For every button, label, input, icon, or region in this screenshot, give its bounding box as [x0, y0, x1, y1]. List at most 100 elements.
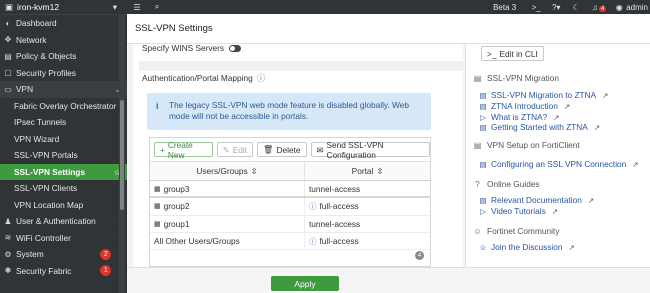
column-header-users[interactable]: Users/Groups ⇳ [150, 162, 305, 180]
sidebar-item-label: VPN Location Map [14, 199, 84, 210]
system-icon: ⚙ [4, 249, 12, 259]
sidebar-item-ssl-vpn-settings[interactable]: SSL-VPN Settings ☆ [0, 163, 127, 180]
wins-toggle[interactable] [229, 44, 242, 52]
document-icon: ▤ [479, 159, 487, 169]
section-divider [139, 61, 463, 71]
question-icon: ? [475, 179, 480, 189]
sidebar-item-ssl-vpn-portals[interactable]: SSL-VPN Portals [0, 147, 127, 164]
link-ztna-introduction[interactable]: ▤ ZTNA Introduction ↗ [479, 101, 570, 111]
group-name: All Other Users/Groups [154, 236, 240, 247]
sidebar-item-security-profiles[interactable]: ▢ Security Profiles › [0, 65, 127, 82]
chat-icon: ☺ [479, 242, 487, 252]
link-text: What is ZTNA? [491, 112, 548, 122]
search-icon[interactable]: ⌕ [147, 2, 167, 12]
table-row[interactable]: ▦ group2 ⓘ full-access [150, 198, 430, 216]
notifications-button[interactable]: ♫ 4 [586, 3, 612, 12]
link-what-is-ztna[interactable]: ▷ What is ZTNA? ↗ [479, 112, 559, 122]
cli-console-icon[interactable]: >_ [526, 3, 546, 12]
external-link-icon: ↗ [602, 90, 609, 100]
group-name: group2 [163, 201, 190, 212]
wins-setting: Specify WINS Servers [142, 43, 242, 53]
link-join-discussion[interactable]: ☺ Join the Discussion ↗ [479, 242, 575, 252]
sidebar-item-policy-objects[interactable]: ▤ Policy & Objects › [0, 48, 127, 65]
alert-badge: 2 [100, 248, 112, 260]
portal-name: tunnel-access [309, 218, 361, 229]
device-selector[interactable]: ▣ iron-kvm12 ▾ [0, 0, 127, 15]
sidebar-item-ssl-vpn-clients[interactable]: SSL-VPN Clients [0, 180, 127, 197]
sort-icon: ⇳ [376, 166, 384, 176]
link-relevant-documentation[interactable]: ▤ Relevant Documentation ↗ [479, 195, 594, 205]
row-count-badge: 4 [415, 251, 424, 260]
sidebar-item-vpn-wizard[interactable]: VPN Wizard [0, 131, 127, 148]
sidebar-item-system[interactable]: ⚙ System 2 › [0, 246, 127, 263]
user-icon[interactable]: ◉ [612, 3, 626, 12]
sidebar-item-label: User & Authentication [16, 216, 96, 227]
info-icon[interactable]: ⓘ [257, 72, 265, 84]
sidebar-item-label: WiFi Controller [16, 232, 71, 243]
link-migration-to-ztna[interactable]: ▤ SSL-VPN Migration to ZTNA ↗ [479, 90, 608, 100]
section-fortinet-community: ☺ Fortinet Community [473, 226, 559, 236]
link-video-tutorials[interactable]: ▷ Video Tutorials ↗ [479, 206, 558, 216]
group-name: group1 [163, 218, 190, 229]
table-toolbar: + Create New ✎ Edit 🗑 Delete ✉ Send SSL-VPN … [150, 138, 430, 161]
web-mode-notice: i The legacy SSL-VPN web mode feature is… [147, 93, 431, 130]
link-text: Video Tutorials [491, 206, 546, 216]
external-link-icon: ↗ [551, 206, 559, 216]
top-bar: ☰ ⌕ Beta 3 >_ ?▾ ☾ ♫ 4 ◉ admin [127, 0, 650, 14]
edit-button[interactable]: ✎ Edit [216, 142, 253, 157]
link-getting-started-ztna[interactable]: ▤ Getting Started with ZTNA ↗ [479, 122, 600, 132]
send-config-button[interactable]: ✉ Send SSL-VPN Configuration [310, 140, 430, 160]
link-configuring-ssl-vpn[interactable]: ▤ Configuring an SSL VPN Connection ↗ [479, 159, 639, 169]
create-new-button[interactable]: + Create New [154, 140, 213, 160]
notice-text: The legacy SSL-VPN web mode feature is d… [169, 100, 409, 121]
button-label: Edit in CLI [499, 48, 538, 59]
table-row[interactable]: ▦ group1 tunnel-access [150, 215, 430, 233]
table-row[interactable]: All Other Users/Groups ⓘ full-access [150, 232, 430, 251]
external-link-icon: ↗ [587, 195, 595, 205]
help-icon[interactable]: ?▾ [546, 3, 566, 12]
sidebar-item-ipsec-tunnels[interactable]: IPsec Tunnels [0, 114, 127, 131]
sidebar-item-label: Dashboard [16, 18, 57, 29]
sidebar-item-label: VPN Wizard [14, 133, 60, 144]
wins-label: Specify WINS Servers [142, 43, 225, 53]
sidebar-item-vpn[interactable]: ▭ VPN ⌄ [0, 81, 127, 98]
sidebar-item-fabric-overlay[interactable]: Fabric Overlay Orchestrator [0, 98, 127, 115]
video-icon: ▷ [480, 206, 486, 216]
theme-icon[interactable]: ☾ [566, 3, 586, 12]
link-text: Relevant Documentation [491, 195, 582, 205]
sidebar-item-network[interactable]: ✥ Network › [0, 32, 127, 49]
sidebar-scroll-thumb[interactable] [120, 100, 124, 210]
sidebar-item-vpn-location-map[interactable]: VPN Location Map [0, 197, 127, 214]
edit-in-cli-button[interactable]: >_ Edit in CLI [481, 46, 544, 61]
sidebar-item-user-authentication[interactable]: ♟ User & Authentication › [0, 213, 127, 230]
section-online-guides: ? Online Guides [473, 179, 539, 189]
menu-icon[interactable]: ☰ [127, 3, 147, 12]
delete-button[interactable]: 🗑 Delete [256, 142, 307, 157]
security-profiles-icon: ▢ [4, 68, 12, 78]
sidebar: ▣ iron-kvm12 ▾ ◐ Dashboard › ✥ Network ›… [0, 0, 127, 293]
sidebar-item-security-fabric[interactable]: ✱ Security Fabric 1 › [0, 263, 127, 280]
sidebar-item-wifi-controller[interactable]: ≋ WiFi Controller › [0, 230, 127, 247]
page-header: SSL-VPN Settings [127, 14, 650, 44]
envelope-icon: ✉ [316, 144, 324, 155]
link-text: Join the Discussion [491, 242, 563, 252]
version-label[interactable]: Beta 3 [493, 3, 516, 12]
link-text: Configuring an SSL VPN Connection [491, 159, 627, 169]
external-link-icon: ↗ [632, 159, 639, 169]
sidebar-item-label: SSL-VPN Clients [14, 183, 78, 193]
table-row[interactable]: ▦ group3 tunnel-access [150, 181, 430, 199]
notification-count: 4 [599, 5, 607, 12]
auth-section-heading: Authentication/Portal Mapping ⓘ [142, 72, 265, 84]
apply-button[interactable]: Apply [271, 276, 339, 291]
section-title: VPN Setup on FortiClient [487, 140, 580, 150]
dashboard-icon: ◐ [5, 18, 11, 28]
sidebar-item-dashboard[interactable]: ◐ Dashboard › [0, 15, 127, 32]
network-icon: ✥ [4, 35, 12, 45]
sidebar-item-label: IPsec Tunnels [14, 117, 67, 127]
user-name[interactable]: admin [626, 3, 648, 12]
user-icon: ♟ [4, 216, 12, 226]
section-ssl-vpn-migration: ▤ SSL-VPN Migration [473, 73, 559, 83]
community-icon: ☺ [473, 226, 482, 236]
link-text: ZTNA Introduction [491, 101, 558, 111]
column-header-portal[interactable]: Portal ⇳ [305, 162, 430, 180]
